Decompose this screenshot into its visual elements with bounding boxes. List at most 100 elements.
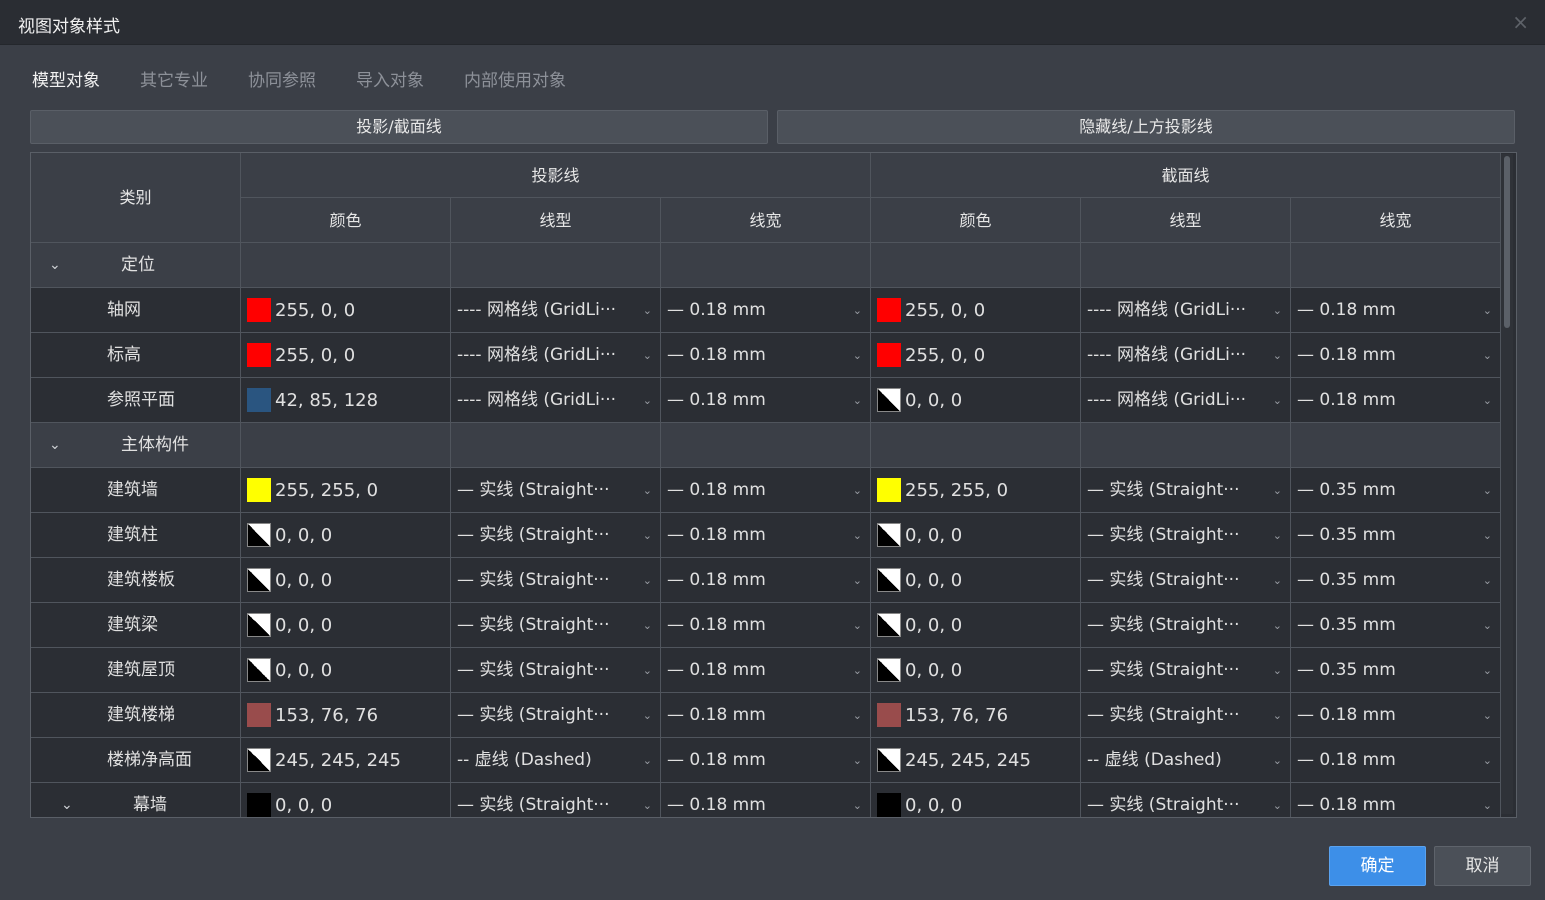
group-row[interactable]: ⌄ 定位: [31, 243, 1501, 288]
category-cell[interactable]: 轴网: [31, 288, 241, 333]
section-linewidth-dropdown[interactable]: — 0.35 mm ⌄: [1291, 648, 1501, 693]
table-row[interactable]: 建筑梁 0, 0, 0 — 实线 (Straight··· ⌄ — 0.18 mm ⌄ 0,…: [31, 603, 1501, 648]
dropdown-arrow-icon[interactable]: ⌄: [1273, 603, 1282, 647]
dropdown-arrow-icon[interactable]: ⌄: [643, 288, 652, 332]
chevron-down-icon[interactable]: ⌄: [61, 783, 73, 817]
section-color-cell[interactable]: 245, 245, 245: [871, 738, 1081, 783]
category-cell[interactable]: 建筑梁: [31, 603, 241, 648]
projection-linetype-dropdown[interactable]: — 实线 (Straight··· ⌄: [451, 783, 661, 817]
scrollbar-thumb[interactable]: [1504, 156, 1510, 328]
section-linewidth-dropdown[interactable]: — 0.18 mm ⌄: [1291, 378, 1501, 423]
section-linewidth-dropdown[interactable]: — 0.18 mm ⌄: [1291, 288, 1501, 333]
section-linewidth-dropdown[interactable]: — 0.35 mm ⌄: [1291, 558, 1501, 603]
dropdown-arrow-icon[interactable]: ⌄: [853, 648, 862, 692]
dropdown-arrow-icon[interactable]: ⌄: [853, 333, 862, 377]
category-cell[interactable]: 建筑楼梯: [31, 693, 241, 738]
table-row[interactable]: 参照平面 42, 85, 128 ---- 网格线 (GridLi··· ⌄ — 0.1…: [31, 378, 1501, 423]
projection-linetype-dropdown[interactable]: -- 虚线 (Dashed) ⌄: [451, 738, 661, 783]
section-color-cell[interactable]: 255, 0, 0: [871, 333, 1081, 378]
section-linetype-dropdown[interactable]: — 实线 (Straight··· ⌄: [1081, 693, 1291, 738]
color-swatch[interactable]: [247, 523, 271, 547]
category-cell[interactable]: 建筑屋顶: [31, 648, 241, 693]
projection-linewidth-dropdown[interactable]: — 0.18 mm ⌄: [661, 783, 871, 817]
projection-linetype-dropdown[interactable]: ---- 网格线 (GridLi··· ⌄: [451, 378, 661, 423]
color-swatch[interactable]: [877, 568, 901, 592]
dropdown-arrow-icon[interactable]: ⌄: [1483, 288, 1492, 332]
dropdown-arrow-icon[interactable]: ⌄: [1483, 513, 1492, 557]
dropdown-arrow-icon[interactable]: ⌄: [643, 513, 652, 557]
projection-linewidth-dropdown[interactable]: — 0.18 mm ⌄: [661, 648, 871, 693]
projection-linetype-dropdown[interactable]: — 实线 (Straight··· ⌄: [451, 603, 661, 648]
section-linewidth-dropdown[interactable]: — 0.35 mm ⌄: [1291, 513, 1501, 558]
color-swatch[interactable]: [877, 478, 901, 502]
table-row[interactable]: 建筑楼梯 153, 76, 76— 实线 (Straight··· ⌄ — 0.18 …: [31, 693, 1501, 738]
dropdown-arrow-icon[interactable]: ⌄: [853, 693, 862, 737]
table-row[interactable]: 楼梯净高面 245, 245, 245 -- 虚线 (Dashed) ⌄ — 0.18 …: [31, 738, 1501, 783]
subtab-hidden-overhead[interactable]: 隐藏线/上方投影线: [777, 110, 1515, 144]
dropdown-arrow-icon[interactable]: ⌄: [643, 693, 652, 737]
section-linetype-dropdown[interactable]: ---- 网格线 (GridLi··· ⌄: [1081, 333, 1291, 378]
dropdown-arrow-icon[interactable]: ⌄: [1273, 783, 1282, 817]
projection-color-cell[interactable]: [241, 423, 451, 468]
dropdown-arrow-icon[interactable]: ⌄: [643, 333, 652, 377]
dropdown-arrow-icon[interactable]: ⌄: [853, 603, 862, 647]
dropdown-arrow-icon[interactable]: ⌄: [1273, 378, 1282, 422]
dropdown-arrow-icon[interactable]: ⌄: [1273, 333, 1282, 377]
projection-color-cell[interactable]: 255, 0, 0: [241, 333, 451, 378]
color-swatch[interactable]: [247, 793, 271, 817]
projection-linewidth-dropdown[interactable]: — 0.18 mm ⌄: [661, 738, 871, 783]
dropdown-arrow-icon[interactable]: ⌄: [853, 468, 862, 512]
dropdown-arrow-icon[interactable]: ⌄: [1273, 738, 1282, 782]
section-linetype-dropdown[interactable]: ---- 网格线 (GridLi··· ⌄: [1081, 288, 1291, 333]
section-color-cell[interactable]: 255, 0, 0: [871, 288, 1081, 333]
color-swatch[interactable]: [247, 568, 271, 592]
dropdown-arrow-icon[interactable]: ⌄: [1483, 468, 1492, 512]
projection-linewidth-dropdown[interactable]: — 0.18 mm ⌄: [661, 693, 871, 738]
dropdown-arrow-icon[interactable]: ⌄: [1483, 783, 1492, 817]
projection-color-cell[interactable]: 42, 85, 128: [241, 378, 451, 423]
table-row[interactable]: 建筑柱 0, 0, 0 — 实线 (Straight··· ⌄ — 0.18 mm ⌄ 0,…: [31, 513, 1501, 558]
section-linewidth-dropdown[interactable]: — 0.18 mm ⌄: [1291, 333, 1501, 378]
color-swatch[interactable]: [247, 388, 271, 412]
dropdown-arrow-icon[interactable]: ⌄: [643, 783, 652, 817]
projection-linetype-dropdown[interactable]: ---- 网格线 (GridLi··· ⌄: [451, 288, 661, 333]
section-color-cell[interactable]: 255, 255, 0: [871, 468, 1081, 513]
dropdown-arrow-icon[interactable]: ⌄: [853, 783, 862, 817]
tab-collaboration-reference[interactable]: 协同参照: [248, 66, 316, 91]
color-swatch[interactable]: [877, 703, 901, 727]
dropdown-arrow-icon[interactable]: ⌄: [1483, 333, 1492, 377]
dropdown-arrow-icon[interactable]: ⌄: [1483, 603, 1492, 647]
section-linetype-dropdown[interactable]: — 实线 (Straight··· ⌄: [1081, 468, 1291, 513]
section-linewidth-dropdown[interactable]: [1291, 423, 1501, 468]
section-color-cell[interactable]: 0, 0, 0: [871, 648, 1081, 693]
tab-other-disciplines[interactable]: 其它专业: [140, 66, 208, 91]
projection-linetype-dropdown[interactable]: — 实线 (Straight··· ⌄: [451, 648, 661, 693]
color-swatch[interactable]: [877, 343, 901, 367]
section-linewidth-dropdown[interactable]: — 0.18 mm ⌄: [1291, 693, 1501, 738]
projection-color-cell[interactable]: 0, 0, 0: [241, 513, 451, 558]
close-icon[interactable]: ×: [1512, 10, 1529, 34]
projection-linetype-dropdown[interactable]: — 实线 (Straight··· ⌄: [451, 558, 661, 603]
projection-linewidth-dropdown[interactable]: — 0.18 mm ⌄: [661, 468, 871, 513]
tab-internal-objects[interactable]: 内部使用对象: [464, 66, 566, 91]
projection-color-cell[interactable]: 153, 76, 76: [241, 693, 451, 738]
projection-linewidth-dropdown[interactable]: — 0.18 mm ⌄: [661, 603, 871, 648]
dropdown-arrow-icon[interactable]: ⌄: [643, 378, 652, 422]
projection-linewidth-dropdown[interactable]: — 0.18 mm ⌄: [661, 333, 871, 378]
section-linetype-dropdown[interactable]: [1081, 243, 1291, 288]
dropdown-arrow-icon[interactable]: ⌄: [643, 558, 652, 602]
section-linewidth-dropdown[interactable]: — 0.18 mm ⌄: [1291, 783, 1501, 817]
category-cell[interactable]: 建筑柱: [31, 513, 241, 558]
dropdown-arrow-icon[interactable]: ⌄: [643, 468, 652, 512]
cancel-button[interactable]: 取消: [1434, 846, 1531, 886]
section-linetype-dropdown[interactable]: — 实线 (Straight··· ⌄: [1081, 558, 1291, 603]
dropdown-arrow-icon[interactable]: ⌄: [1483, 378, 1492, 422]
projection-linetype-dropdown[interactable]: [451, 423, 661, 468]
projection-linewidth-dropdown[interactable]: [661, 423, 871, 468]
color-swatch[interactable]: [877, 793, 901, 817]
projection-color-cell[interactable]: 245, 245, 245: [241, 738, 451, 783]
projection-color-cell[interactable]: 0, 0, 0: [241, 558, 451, 603]
dropdown-arrow-icon[interactable]: ⌄: [1273, 468, 1282, 512]
section-linetype-dropdown[interactable]: — 实线 (Straight··· ⌄: [1081, 648, 1291, 693]
section-linetype-dropdown[interactable]: — 实线 (Straight··· ⌄: [1081, 513, 1291, 558]
